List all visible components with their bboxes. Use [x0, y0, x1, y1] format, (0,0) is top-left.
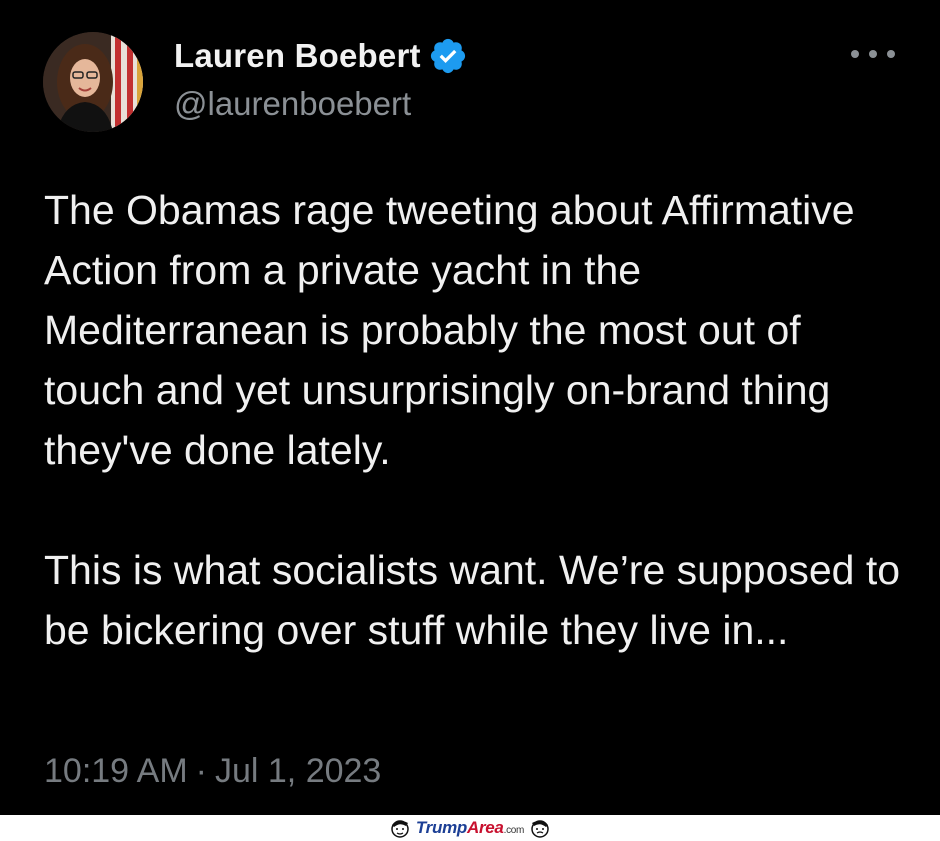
- tweet-card: Lauren Boebert @laurenboebert The Obamas…: [0, 0, 940, 815]
- caricature-face-icon: [531, 820, 549, 838]
- more-options-icon[interactable]: [851, 39, 895, 69]
- watermark-logo: TrumpArea.com: [388, 816, 552, 840]
- verified-badge-icon: [428, 36, 468, 76]
- tweet-paragraph: This is what socialists want. We’re supp…: [44, 547, 901, 653]
- author-name-row: Lauren Boebert: [174, 36, 468, 76]
- author-avatar[interactable]: [43, 32, 143, 132]
- tweet-text: The Obamas rage tweeting about Affirmati…: [44, 180, 904, 660]
- watermark-text-part: Area: [466, 818, 504, 837]
- watermark-text-part: Trump: [415, 818, 467, 837]
- watermark-text: TrumpArea.com: [416, 818, 524, 838]
- author-display-name[interactable]: Lauren Boebert: [174, 37, 421, 75]
- tweet-timestamp[interactable]: 10:19 AM · Jul 1, 2023: [44, 752, 381, 791]
- timestamp-separator: ·: [195, 752, 207, 790]
- tweet-date: Jul 1, 2023: [214, 752, 382, 790]
- watermark-bar: TrumpArea.com: [0, 815, 940, 841]
- tweet-paragraph: The Obamas rage tweeting about Affirmati…: [44, 187, 855, 473]
- tweet-time: 10:19 AM: [44, 752, 188, 790]
- watermark-text-part: .com: [503, 825, 525, 836]
- profile-photo-icon: [43, 32, 143, 132]
- caricature-face-icon: [391, 820, 409, 838]
- author-handle[interactable]: @laurenboebert: [174, 85, 411, 123]
